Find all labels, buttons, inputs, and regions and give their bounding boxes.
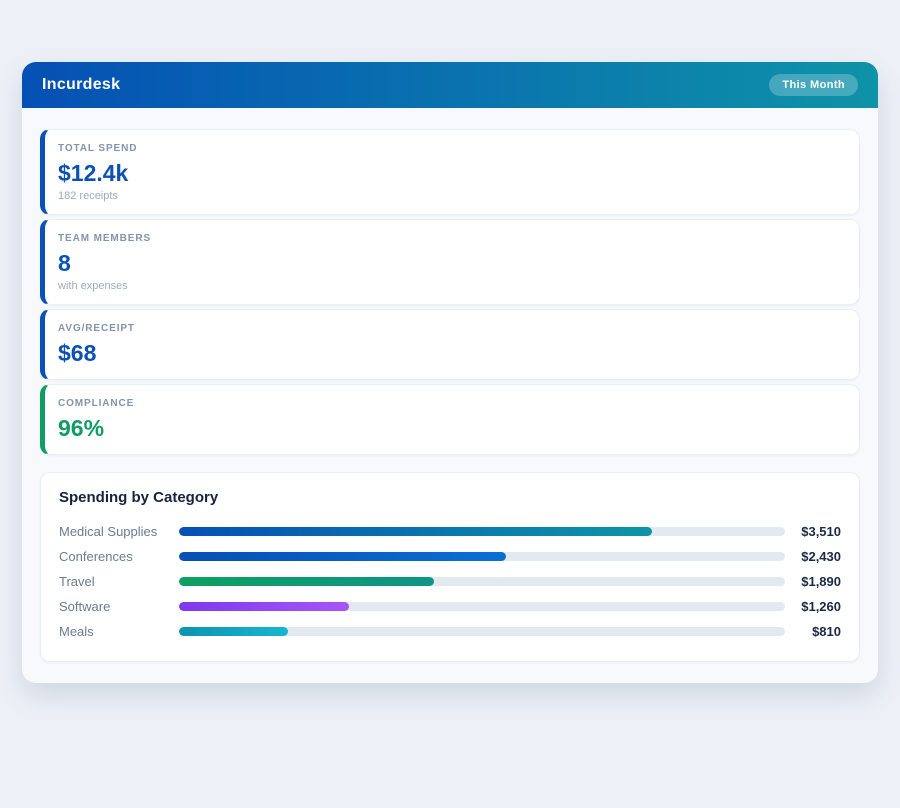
category-row-travel: Travel $1,890 [59, 569, 841, 594]
stat-value: $12.4k [58, 159, 843, 187]
stat-label: TEAM MEMBERS [58, 233, 843, 244]
bar-track [179, 527, 785, 536]
category-value: $810 [785, 624, 841, 639]
spending-card-title: Spending by Category [59, 489, 841, 506]
stat-subtext: 182 receipts [58, 190, 843, 202]
category-value: $1,260 [785, 599, 841, 614]
category-row-medical-supplies: Medical Supplies $3,510 [59, 519, 841, 544]
stat-label: COMPLIANCE [58, 398, 843, 409]
category-value: $2,430 [785, 549, 841, 564]
bar-fill [179, 627, 288, 636]
stat-card-team-members: TEAM MEMBERS 8 with expenses [40, 219, 860, 305]
category-row-conferences: Conferences $2,430 [59, 544, 841, 569]
stat-card-total-spend: TOTAL SPEND $12.4k 182 receipts [40, 129, 860, 215]
bar-track [179, 552, 785, 561]
spending-by-category-card: Spending by Category Medical Supplies $3… [40, 472, 860, 662]
panel-header: Incurdesk This Month [22, 62, 878, 108]
category-row-meals: Meals $810 [59, 619, 841, 644]
category-label: Conferences [59, 549, 179, 564]
stat-subtext: with expenses [58, 280, 843, 292]
stat-value: 96% [58, 414, 843, 442]
category-label: Travel [59, 574, 179, 589]
stat-card-avg-receipt: AVG/RECEIPT $68 [40, 309, 860, 380]
category-label: Meals [59, 624, 179, 639]
stat-card-compliance: COMPLIANCE 96% [40, 384, 860, 455]
stat-value: 8 [58, 249, 843, 277]
category-label: Software [59, 599, 179, 614]
dashboard-panel: Incurdesk This Month TOTAL SPEND $12.4k … [22, 62, 878, 683]
stat-label: AVG/RECEIPT [58, 323, 843, 334]
bar-track [179, 627, 785, 636]
category-value: $3,510 [785, 524, 841, 539]
app-title: Incurdesk [42, 76, 120, 94]
bar-fill [179, 577, 434, 586]
panel-body: TOTAL SPEND $12.4k 182 receipts TEAM MEM… [22, 108, 878, 683]
bar-track [179, 602, 785, 611]
category-row-software: Software $1,260 [59, 594, 841, 619]
category-value: $1,890 [785, 574, 841, 589]
bar-fill [179, 552, 506, 561]
bar-track [179, 577, 785, 586]
stat-value: $68 [58, 339, 843, 367]
period-badge[interactable]: This Month [769, 74, 858, 96]
bar-fill [179, 527, 652, 536]
bar-fill [179, 602, 349, 611]
category-label: Medical Supplies [59, 524, 179, 539]
stat-label: TOTAL SPEND [58, 143, 843, 154]
